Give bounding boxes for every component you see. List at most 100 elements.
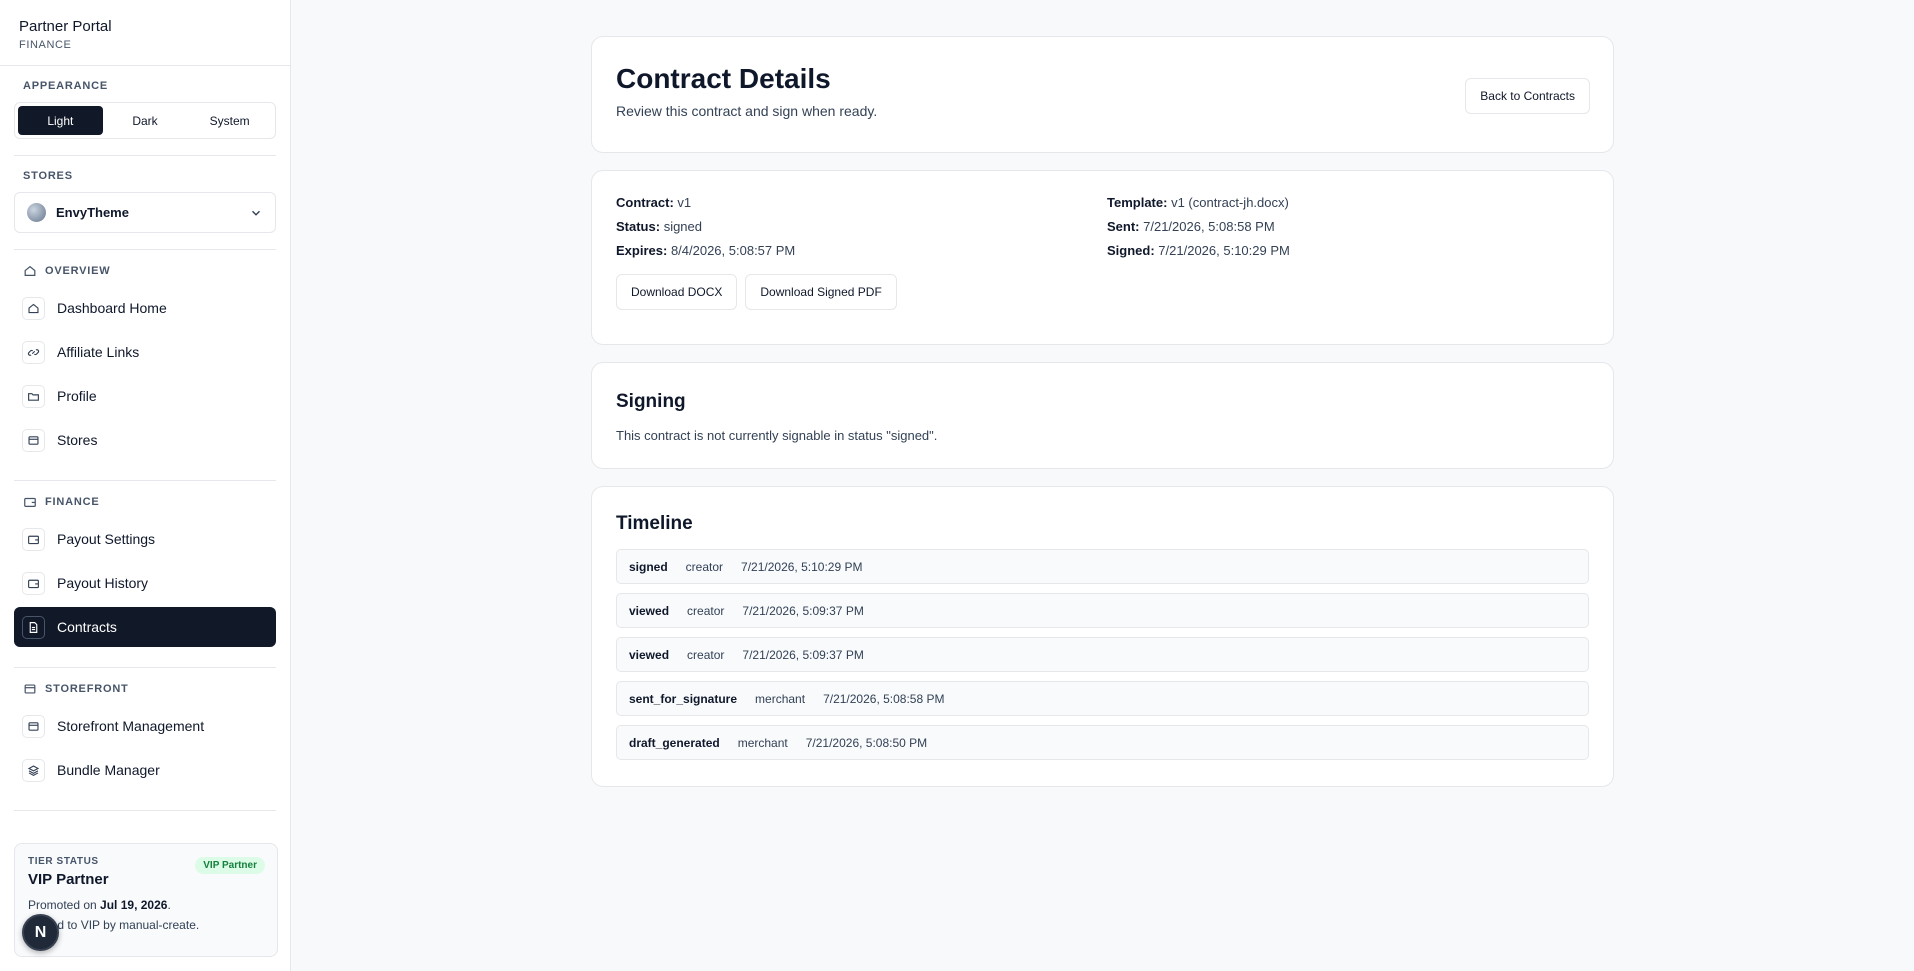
assistant-fab-button[interactable]: N bbox=[22, 914, 59, 951]
appearance-label: APPEARANCE bbox=[23, 80, 109, 92]
nav-contracts[interactable]: Contracts bbox=[14, 607, 276, 647]
chevron-down-icon bbox=[252, 210, 260, 216]
timeline-actor: creator bbox=[685, 559, 724, 574]
nav-profile[interactable]: Profile bbox=[14, 376, 276, 416]
timeline-row: signed creator 7/21/2026, 5:10:29 PM bbox=[616, 549, 1589, 584]
overview-label-text: OVERVIEW bbox=[45, 265, 111, 277]
timeline-time: 7/21/2026, 5:09:37 PM bbox=[742, 647, 864, 662]
tier-promoted-prefix: Promoted on bbox=[28, 898, 101, 912]
timeline-event: viewed bbox=[629, 603, 670, 618]
nav-stores[interactable]: Stores bbox=[14, 420, 276, 460]
appearance-section: APPEARANCE Light Dark System bbox=[14, 66, 276, 156]
contract-expires: Expires: 8/4/2026, 5:08:57 PM bbox=[616, 243, 796, 258]
brand-title: Partner Portal bbox=[19, 18, 112, 35]
timeline-row: sent_for_signature merchant 7/21/2026, 5… bbox=[616, 681, 1589, 716]
stores-section: STORES EnvyTheme bbox=[14, 156, 276, 250]
theme-dark-button[interactable]: Dark bbox=[103, 106, 188, 135]
nav-payout-settings[interactable]: Payout Settings bbox=[14, 519, 276, 559]
timeline-time: 7/21/2026, 5:09:37 PM bbox=[742, 603, 864, 618]
finance-section: FINANCE Payout Settings Payout History C… bbox=[14, 481, 276, 668]
download-docx-button[interactable]: Download DOCX bbox=[616, 274, 738, 310]
sidebar: Partner Portal FINANCE APPEARANCE Light … bbox=[0, 0, 291, 971]
storefront-label-text: STOREFRONT bbox=[45, 683, 129, 695]
signing-card: Signing This contract is not currently s… bbox=[591, 362, 1614, 469]
store-name: EnvyTheme bbox=[56, 205, 129, 220]
timeline-time: 7/21/2026, 5:08:58 PM bbox=[823, 691, 945, 706]
theme-system-button[interactable]: System bbox=[187, 106, 272, 135]
signing-message: This contract is not currently signable … bbox=[616, 428, 938, 443]
timeline-list: signed creator 7/21/2026, 5:10:29 PM vie… bbox=[616, 549, 1589, 760]
nav-label: Dashboard Home bbox=[57, 300, 167, 316]
timeline-actor: creator bbox=[687, 603, 725, 618]
store-select[interactable]: EnvyTheme bbox=[14, 192, 276, 233]
timeline-actor: merchant bbox=[737, 735, 788, 750]
nav-label: Bundle Manager bbox=[57, 762, 160, 778]
contract-details-card: Contract: v1 Template: v1 (contract-jh.d… bbox=[591, 170, 1614, 345]
timeline-event: signed bbox=[629, 559, 668, 574]
nav-label: Payout Settings bbox=[57, 531, 156, 547]
download-signed-pdf-button[interactable]: Download Signed PDF bbox=[745, 274, 897, 310]
tier-promoted-date: Jul 19, 2026 bbox=[100, 898, 168, 912]
overview-label: OVERVIEW bbox=[14, 264, 276, 278]
nav-payout-history[interactable]: Payout History bbox=[14, 563, 276, 603]
nav-label: Contracts bbox=[57, 619, 117, 635]
store-icon bbox=[22, 428, 45, 452]
wallet-icon bbox=[22, 527, 45, 551]
nav-label: Profile bbox=[57, 388, 97, 404]
brand-subtitle: FINANCE bbox=[19, 39, 72, 51]
timeline-time: 7/21/2026, 5:08:50 PM bbox=[805, 735, 928, 750]
timeline-row: viewed creator 7/21/2026, 5:09:37 PM bbox=[616, 593, 1589, 628]
contract-status: Status: signed bbox=[616, 219, 702, 234]
contract-meta: Contract: v1 Template: v1 (contract-jh.d… bbox=[616, 195, 1589, 258]
tier-badge: VIP Partner bbox=[195, 857, 265, 874]
page-subtitle: Review this contract and sign when ready… bbox=[616, 103, 878, 119]
nav-bundle-manager[interactable]: Bundle Manager bbox=[14, 750, 276, 790]
back-to-contracts-button[interactable]: Back to Contracts bbox=[1465, 78, 1590, 114]
nav-storefront-management[interactable]: Storefront Management bbox=[14, 706, 276, 746]
timeline-event: viewed bbox=[629, 647, 670, 662]
page-title: Contract Details bbox=[616, 63, 831, 94]
timeline-card: Timeline signed creator 7/21/2026, 5:10:… bbox=[591, 486, 1614, 787]
store-icon bbox=[24, 684, 36, 694]
timeline-event: draft_generated bbox=[629, 735, 720, 750]
wallet-icon bbox=[22, 571, 45, 595]
timeline-row: draft_generated merchant 7/21/2026, 5:08… bbox=[616, 725, 1589, 760]
brand: Partner Portal FINANCE bbox=[0, 0, 290, 66]
contract-signed: Signed: 7/21/2026, 5:10:29 PM bbox=[1107, 243, 1290, 258]
nav-label: Payout History bbox=[57, 575, 149, 591]
tier-note: Moved to VIP by manual-create. bbox=[28, 918, 200, 932]
nav-label: Stores bbox=[57, 432, 98, 448]
contract-template: Template: v1 (contract-jh.docx) bbox=[1107, 195, 1289, 210]
timeline-time: 7/21/2026, 5:10:29 PM bbox=[741, 559, 863, 574]
globe-icon bbox=[27, 203, 46, 222]
nav-label: Affiliate Links bbox=[57, 344, 140, 360]
nav-dashboard-home[interactable]: Dashboard Home bbox=[14, 288, 276, 328]
contract-version: Contract: v1 bbox=[616, 195, 692, 210]
wallet-icon bbox=[24, 497, 36, 507]
timeline-event: sent_for_signature bbox=[629, 691, 738, 706]
document-icon bbox=[22, 615, 45, 639]
storefront-label: STOREFRONT bbox=[14, 682, 276, 696]
nav-affiliate-links[interactable]: Affiliate Links bbox=[14, 332, 276, 372]
signing-title: Signing bbox=[616, 391, 686, 412]
nav-label: Storefront Management bbox=[57, 718, 205, 734]
theme-light-button[interactable]: Light bbox=[18, 106, 103, 135]
contract-sent: Sent: 7/21/2026, 5:08:58 PM bbox=[1107, 219, 1275, 234]
stores-label: STORES bbox=[23, 170, 73, 182]
storefront-section: STOREFRONT Storefront Management Bundle … bbox=[14, 668, 276, 811]
timeline-actor: creator bbox=[687, 647, 725, 662]
folder-icon bbox=[22, 384, 45, 408]
home-icon bbox=[22, 296, 45, 320]
header-card: Contract Details Review this contract an… bbox=[591, 36, 1614, 153]
timeline-actor: merchant bbox=[755, 691, 806, 706]
overview-section: OVERVIEW Dashboard Home Affiliate Links … bbox=[14, 250, 276, 481]
download-actions: Download DOCX Download Signed PDF bbox=[616, 274, 1589, 310]
home-icon bbox=[24, 265, 36, 276]
finance-label: FINANCE bbox=[14, 495, 276, 509]
tier-promoted: Promoted on Jul 19, 2026. bbox=[28, 898, 264, 912]
layers-icon bbox=[22, 758, 45, 782]
finance-label-text: FINANCE bbox=[45, 496, 100, 508]
link-icon bbox=[22, 340, 45, 364]
tier-promoted-suffix: . bbox=[167, 898, 171, 912]
timeline-title: Timeline bbox=[616, 513, 693, 534]
